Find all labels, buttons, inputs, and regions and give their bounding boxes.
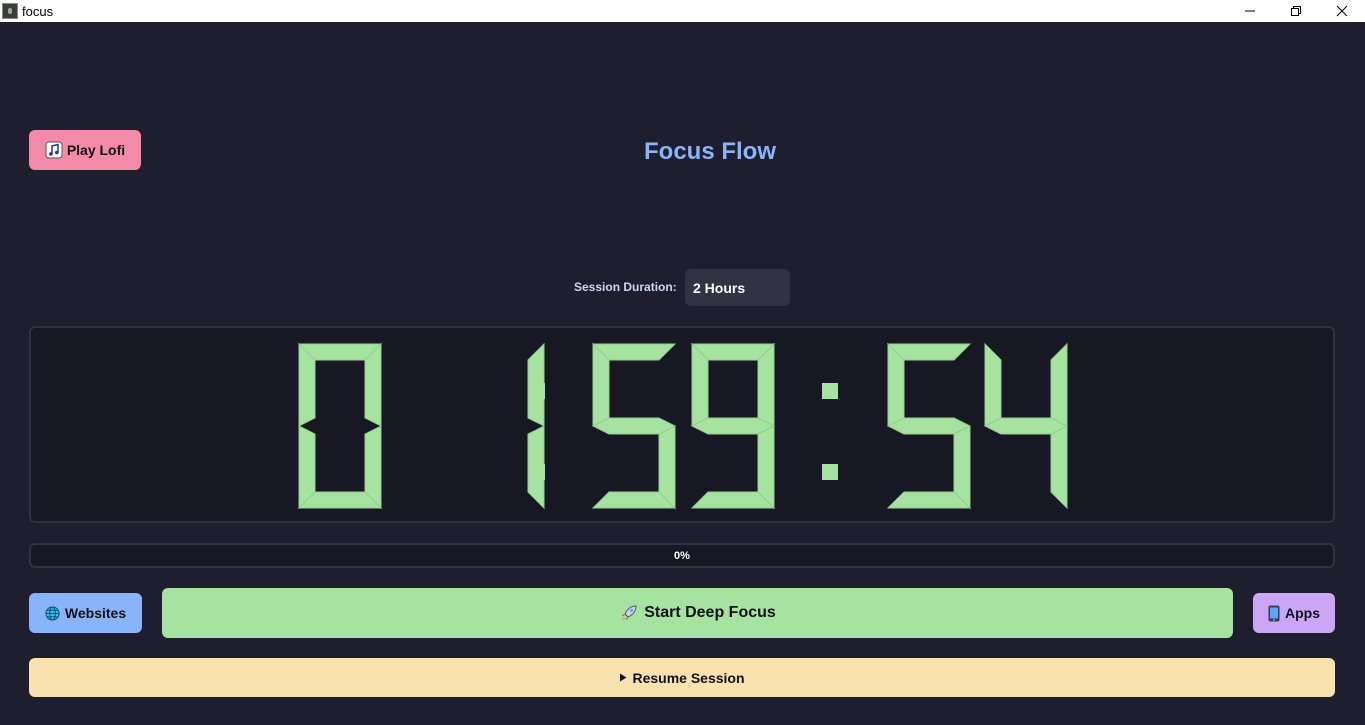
timer-digit — [886, 342, 972, 510]
session-duration-value: 2 Hours — [693, 279, 746, 296]
phone-icon — [1268, 605, 1280, 622]
timer-digits — [297, 342, 1069, 510]
websites-label: Websites — [64, 605, 127, 621]
colon-dot — [529, 383, 545, 399]
start-deep-focus-button[interactable]: Start Deep Focus — [162, 588, 1233, 638]
apps-label: Apps — [1285, 605, 1320, 621]
start-deep-focus-label: Start Deep Focus — [644, 604, 776, 621]
colon-dot — [529, 464, 545, 480]
window-titlebar: focus — [0, 0, 1365, 22]
minimize-button[interactable] — [1227, 0, 1273, 22]
play-lofi-button[interactable]: Play Lofi — [29, 130, 141, 170]
digit-segment-f — [984, 342, 1002, 427]
digit-segment-b — [1050, 342, 1068, 427]
globe-icon — [45, 605, 60, 621]
resume-session-label: Resume Session — [632, 669, 745, 686]
colon-dot — [822, 464, 838, 480]
digit-segment-c — [1050, 425, 1068, 510]
music-note-icon — [45, 141, 63, 159]
page-title: Focus Flow — [644, 138, 776, 165]
colon-dot — [822, 383, 838, 399]
play-lofi-label: Play Lofi — [66, 142, 126, 158]
timer-digit — [591, 342, 677, 510]
resume-session-button[interactable]: Resume Session — [29, 658, 1335, 697]
digit-segment-g — [690, 417, 776, 435]
timer-colon — [822, 383, 838, 480]
rocket-icon — [619, 603, 639, 623]
app-icon — [2, 3, 18, 19]
close-button[interactable] — [1319, 0, 1365, 22]
restore-button[interactable] — [1273, 0, 1319, 22]
timer-display — [29, 326, 1335, 523]
window-controls — [1227, 0, 1365, 22]
restore-icon — [1291, 6, 1301, 16]
window-title: focus — [22, 3, 54, 19]
play-triangle-icon — [619, 673, 627, 682]
timer-digit — [297, 342, 383, 510]
timer-digit — [983, 342, 1069, 510]
apps-button[interactable]: Apps — [1253, 593, 1335, 633]
progress-bar: 0% — [29, 543, 1335, 568]
session-duration-select[interactable]: 2 Hours — [685, 269, 790, 306]
timer-digit — [527, 342, 545, 510]
close-icon — [1336, 5, 1348, 17]
progress-label: 0% — [674, 549, 690, 562]
minimize-icon — [1245, 10, 1255, 12]
timer-digit — [690, 342, 776, 510]
session-duration-label: Session Duration: — [574, 280, 677, 294]
websites-button[interactable]: Websites — [29, 593, 142, 633]
